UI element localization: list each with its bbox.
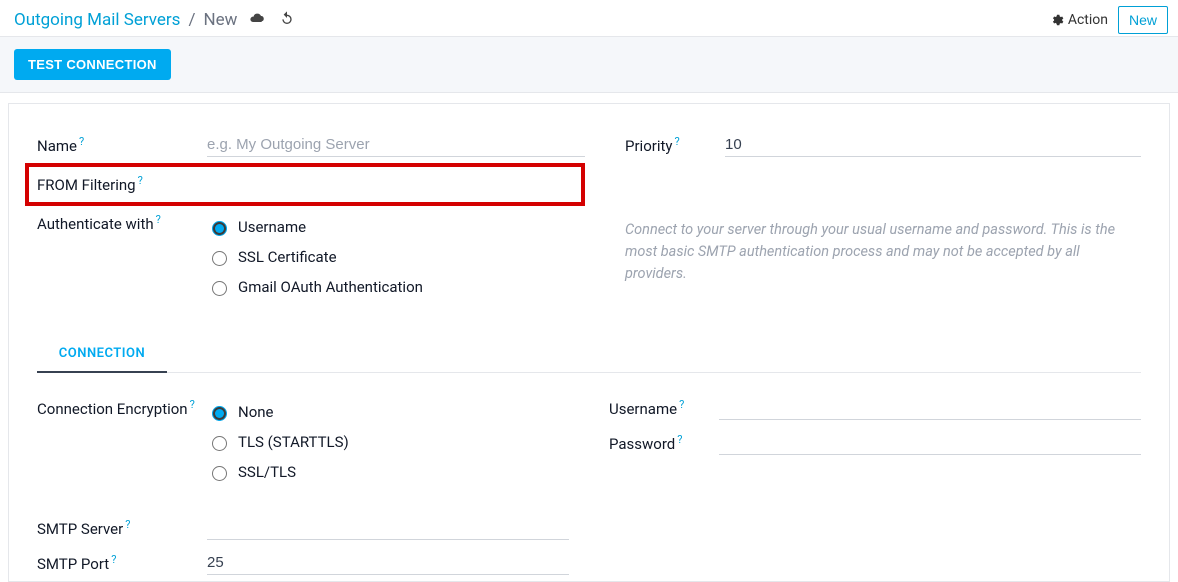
row-smtp-port: SMTP Port? [37,546,569,581]
help-name[interactable]: ? [79,135,84,148]
priority-input[interactable] [725,134,1141,157]
breadcrumb-root[interactable]: Outgoing Mail Servers [14,10,180,30]
row-name: Name? [37,128,585,163]
auth-radio-ssl-cert[interactable] [212,251,227,266]
cloud-save-icon[interactable] [249,10,265,31]
enc-radio-tls[interactable] [212,436,227,451]
help-connection-encryption[interactable]: ? [190,398,195,411]
label-name: Name [37,137,77,155]
action-menu-label: Action [1068,12,1108,28]
smtp-server-input[interactable] [207,517,569,540]
label-password: Password [609,435,675,453]
help-smtp-port[interactable]: ? [111,553,116,566]
auth-help-text: Connect to your server through your usua… [625,219,1141,284]
topbar-right: Action New [1050,6,1168,34]
enc-option-none[interactable]: None [207,397,569,427]
label-from-filtering: FROM Filtering [37,176,136,194]
enc-option-tls-label: TLS (STARTTLS) [238,433,349,451]
enc-radio-none[interactable] [212,406,227,421]
row-username: Username? [609,391,1141,426]
help-smtp-server[interactable]: ? [125,518,130,531]
auth-radio-username[interactable] [212,221,227,236]
tab-connection[interactable]: CONNECTION [37,336,167,373]
topbar: Outgoing Mail Servers / New Action New [0,0,1178,36]
enc-option-ssl-label: SSL/TLS [238,463,296,481]
help-priority[interactable]: ? [674,135,679,148]
auth-radio-gmail-oauth[interactable] [212,281,227,296]
auth-option-username[interactable]: Username [207,212,585,242]
enc-radio-ssl[interactable] [212,466,227,481]
gear-icon [1050,13,1064,27]
row-priority: Priority? [625,128,1141,163]
auth-option-gmail-oauth[interactable]: Gmail OAuth Authentication [207,272,585,302]
help-username[interactable]: ? [679,398,684,411]
row-authenticate-with: Authenticate with? Username SSL Certific… [37,206,585,308]
test-connection-button[interactable]: TEST CONNECTION [14,49,171,80]
new-button[interactable]: New [1118,6,1168,34]
enc-option-none-label: None [238,403,274,421]
help-from-filtering[interactable]: ? [138,174,143,187]
password-input[interactable] [719,432,1141,455]
row-connection-encryption: Connection Encryption? None TLS (STARTTL… [37,391,569,493]
discard-icon[interactable] [279,10,295,31]
breadcrumb-current: New [203,10,237,30]
name-input[interactable] [207,134,585,157]
label-connection-encryption: Connection Encryption [37,400,188,418]
row-password: Password? [609,426,1141,461]
form-sheet: Name? FROM Filtering? Authenticate with? [8,103,1170,582]
auth-option-ssl-cert-label: SSL Certificate [238,248,337,266]
label-smtp-server: SMTP Server [37,520,123,538]
smtp-port-input[interactable] [207,552,569,575]
enc-option-ssl[interactable]: SSL/TLS [207,457,569,487]
label-priority: Priority [625,137,672,155]
tabs: CONNECTION [37,336,1141,373]
breadcrumb: Outgoing Mail Servers / New [14,10,295,31]
auth-option-ssl-cert[interactable]: SSL Certificate [207,242,585,272]
username-input[interactable] [719,397,1141,420]
row-smtp-server: SMTP Server? [37,511,569,546]
action-menu[interactable]: Action [1050,12,1108,28]
label-authenticate-with: Authenticate with [37,215,154,233]
auth-option-gmail-oauth-label: Gmail OAuth Authentication [238,278,423,296]
breadcrumb-sep: / [188,10,195,30]
label-username: Username [609,400,677,418]
help-password[interactable]: ? [677,433,682,446]
auth-option-username-label: Username [238,218,306,236]
highlight-from-filtering: FROM Filtering? [25,163,585,206]
help-authenticate-with[interactable]: ? [156,213,161,226]
enc-option-tls[interactable]: TLS (STARTTLS) [207,427,569,457]
label-smtp-port: SMTP Port [37,555,109,573]
action-bar: TEST CONNECTION [0,36,1178,93]
